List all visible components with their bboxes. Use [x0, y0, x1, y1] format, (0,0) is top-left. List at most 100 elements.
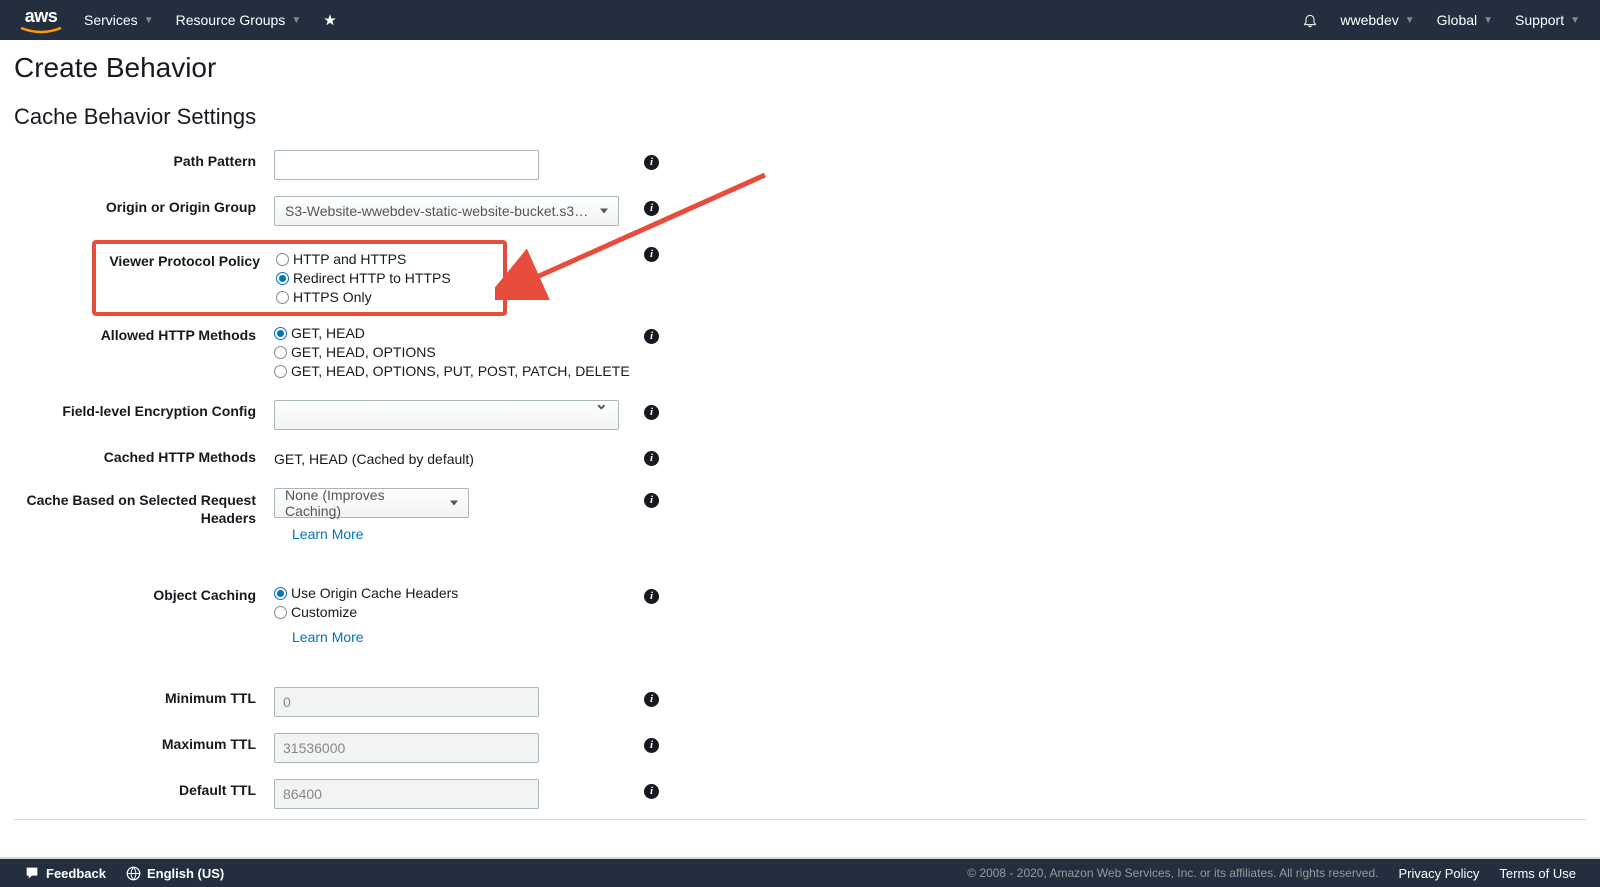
radio-label: GET, HEAD [291, 324, 365, 342]
footer: Feedback English (US) © 2008 - 2020, Ama… [0, 857, 1600, 887]
origin-select[interactable]: S3-Website-wwebdev-static-website-bucket… [274, 196, 619, 226]
info-icon[interactable]: i [644, 784, 659, 799]
globe-icon [126, 866, 141, 881]
main-content: Create Behavior Cache Behavior Settings … [0, 40, 1600, 866]
info-icon[interactable]: i [644, 155, 659, 170]
nav-left: aws Services ▼ Resource Groups ▼ [20, 6, 337, 35]
nav-services-label: Services [84, 12, 138, 28]
label-viewer-protocol: Viewer Protocol Policy [108, 250, 276, 306]
info-icon[interactable]: i [644, 493, 659, 508]
info-icon[interactable]: i [644, 451, 659, 466]
pin-icon [323, 13, 337, 27]
radio-label: GET, HEAD, OPTIONS, PUT, POST, PATCH, DE… [291, 362, 630, 380]
divider [14, 819, 1586, 820]
radio-http-https[interactable]: HTTP and HTTPS [276, 250, 451, 268]
label-object-caching: Object Caching [14, 582, 274, 603]
aws-swoosh-icon [20, 27, 62, 35]
row-origin: Origin or Origin Group S3-Website-wwebde… [14, 194, 1586, 226]
label-min-ttl: Minimum TTL [14, 685, 274, 706]
info-icon[interactable]: i [644, 329, 659, 344]
footer-copyright: © 2008 - 2020, Amazon Web Services, Inc.… [967, 866, 1378, 880]
caret-down-icon: ▼ [291, 15, 301, 26]
nav-resource-groups-label: Resource Groups [176, 12, 286, 28]
chat-icon [24, 865, 40, 881]
bell-icon [1302, 12, 1318, 28]
info-icon[interactable]: i [644, 692, 659, 707]
object-caching-learn-more-link[interactable]: Learn More [274, 623, 634, 645]
row-object-caching: Object Caching Use Origin Cache Headers … [14, 582, 1586, 645]
nav-pin[interactable] [323, 13, 337, 27]
nav-support[interactable]: Support ▼ [1515, 12, 1580, 28]
max-ttl-input[interactable] [274, 733, 539, 763]
caret-down-icon: ▼ [144, 15, 154, 26]
radio-origin-cache[interactable]: Use Origin Cache Headers [274, 584, 634, 602]
caret-down-icon: ▼ [1570, 15, 1580, 26]
radio-label: GET, HEAD, OPTIONS [291, 343, 436, 361]
label-cache-headers: Cache Based on Selected Request Headers [14, 486, 274, 527]
nav-user-label: wwebdev [1340, 12, 1398, 28]
cached-methods-value: GET, HEAD (Cached by default) [274, 446, 634, 467]
min-ttl-input[interactable] [274, 687, 539, 717]
label-default-ttl: Default TTL [14, 777, 274, 798]
aws-logo[interactable]: aws [20, 6, 62, 35]
cache-headers-select[interactable]: None (Improves Caching) [274, 488, 469, 518]
row-min-ttl: Minimum TTL i [14, 685, 1586, 717]
label-allowed-methods: Allowed HTTP Methods [14, 322, 274, 343]
radio-label: Customize [291, 603, 357, 621]
viewer-protocol-radio-group: HTTP and HTTPS Redirect HTTP to HTTPS HT… [276, 250, 451, 306]
footer-terms-link[interactable]: Terms of Use [1499, 866, 1576, 881]
page-title: Create Behavior [14, 52, 1586, 84]
radio-label: HTTPS Only [293, 288, 372, 306]
field-encryption-select[interactable] [274, 400, 619, 430]
nav-services[interactable]: Services ▼ [84, 12, 154, 28]
caret-down-icon: ▼ [1483, 15, 1493, 26]
info-icon[interactable]: i [644, 589, 659, 604]
nav-notifications[interactable] [1302, 12, 1318, 28]
top-nav: aws Services ▼ Resource Groups ▼ wwebdev… [0, 0, 1600, 40]
info-icon[interactable]: i [644, 738, 659, 753]
label-cached-methods: Cached HTTP Methods [14, 444, 274, 465]
label-field-encryption: Field-level Encryption Config [14, 398, 274, 419]
nav-region-label: Global [1437, 12, 1477, 28]
info-icon[interactable]: i [644, 405, 659, 420]
row-allowed-methods: Allowed HTTP Methods GET, HEAD GET, HEAD… [14, 322, 1586, 380]
radio-label: Use Origin Cache Headers [291, 584, 458, 602]
row-field-encryption: Field-level Encryption Config i [14, 398, 1586, 430]
origin-select-value: S3-Website-wwebdev-static-website-bucket… [285, 203, 588, 219]
radio-customize[interactable]: Customize [274, 603, 634, 621]
radio-label: HTTP and HTTPS [293, 250, 406, 268]
info-icon[interactable]: i [644, 247, 659, 262]
aws-logo-text: aws [25, 6, 58, 27]
object-caching-radio-group: Use Origin Cache Headers Customize [274, 584, 634, 621]
default-ttl-input[interactable] [274, 779, 539, 809]
row-cached-methods: Cached HTTP Methods GET, HEAD (Cached by… [14, 444, 1586, 472]
row-default-ttl: Default TTL i [14, 777, 1586, 809]
nav-user[interactable]: wwebdev ▼ [1340, 12, 1414, 28]
caret-down-icon: ▼ [1405, 15, 1415, 26]
nav-resource-groups[interactable]: Resource Groups ▼ [176, 12, 302, 28]
footer-language[interactable]: English (US) [126, 866, 224, 881]
info-icon[interactable]: i [644, 201, 659, 216]
radio-redirect-https[interactable]: Redirect HTTP to HTTPS [276, 269, 451, 287]
path-pattern-input[interactable] [274, 150, 539, 180]
label-max-ttl: Maximum TTL [14, 731, 274, 752]
footer-feedback-label: Feedback [46, 866, 106, 881]
footer-language-label: English (US) [147, 866, 224, 881]
radio-label: Redirect HTTP to HTTPS [293, 269, 451, 287]
radio-get-head[interactable]: GET, HEAD [274, 324, 634, 342]
footer-left: Feedback English (US) [24, 865, 224, 881]
radio-https-only[interactable]: HTTPS Only [276, 288, 451, 306]
footer-privacy-link[interactable]: Privacy Policy [1399, 866, 1480, 881]
label-origin: Origin or Origin Group [14, 194, 274, 215]
row-max-ttl: Maximum TTL i [14, 731, 1586, 763]
footer-feedback[interactable]: Feedback [24, 865, 106, 881]
allowed-methods-radio-group: GET, HEAD GET, HEAD, OPTIONS GET, HEAD, … [274, 324, 634, 380]
label-path-pattern: Path Pattern [14, 148, 274, 169]
cache-headers-value: None (Improves Caching) [285, 487, 442, 519]
radio-all-methods[interactable]: GET, HEAD, OPTIONS, PUT, POST, PATCH, DE… [274, 362, 634, 380]
nav-region[interactable]: Global ▼ [1437, 12, 1493, 28]
radio-get-head-options[interactable]: GET, HEAD, OPTIONS [274, 343, 634, 361]
row-viewer-protocol: Viewer Protocol Policy HTTP and HTTPS Re… [14, 240, 1586, 308]
row-path-pattern: Path Pattern i [14, 148, 1586, 180]
cache-headers-learn-more-link[interactable]: Learn More [274, 520, 634, 542]
